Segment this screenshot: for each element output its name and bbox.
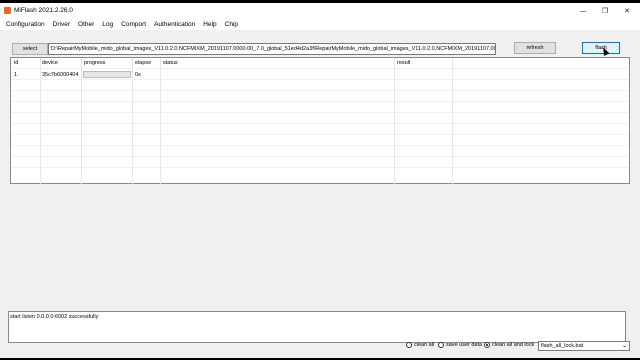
row-divider [11, 134, 629, 135]
menu-configuration[interactable]: Configuration [6, 21, 45, 28]
column-divider [394, 58, 395, 184]
flash-script-value: flash_all_lock.bat [541, 343, 584, 349]
close-icon[interactable]: ✕ [616, 3, 638, 18]
radio-icon[interactable] [406, 342, 412, 348]
device-table[interactable]: id device progress elapse status result … [10, 57, 630, 184]
menu-log[interactable]: Log [102, 21, 113, 28]
radio-icon[interactable] [438, 342, 444, 348]
progress-bar [83, 71, 131, 78]
menu-authentication[interactable]: Authentication [154, 21, 195, 28]
cell-elapse: 0s [135, 72, 141, 78]
menu-driver[interactable]: Driver [53, 21, 70, 28]
row-divider [11, 145, 629, 146]
row-divider [11, 90, 629, 91]
clean-all-lock-label: clean all and lock [492, 342, 535, 348]
column-divider [132, 58, 133, 184]
column-header-elapse[interactable]: elapse [135, 60, 151, 66]
log-output[interactable]: start listen 0.0.0.0:6002 successfully [8, 311, 626, 343]
column-header-id[interactable]: id [14, 60, 18, 66]
minimize-icon[interactable]: — [572, 3, 594, 18]
column-header-result[interactable]: result [397, 60, 410, 66]
cell-device: 35c7b6000404 [42, 72, 79, 78]
row-divider [11, 123, 629, 124]
flash-script-select[interactable]: flash_all_lock.bat ⌄ [538, 341, 630, 351]
window-title: MiFlash 2021.2.26.0 [14, 7, 73, 14]
clean-all-label: clean all [414, 342, 435, 348]
menu-other[interactable]: Other [78, 21, 94, 28]
column-divider [452, 58, 453, 184]
rom-path-input[interactable]: D:\RepairMyMobile_mido_global_images_V11… [48, 43, 496, 55]
title-bar: MiFlash 2021.2.26.0 — ❐ ✕ [0, 3, 640, 18]
row-divider [11, 79, 629, 80]
clean-all-option[interactable]: clean all [406, 342, 434, 348]
column-divider [160, 58, 161, 184]
miflash-window: MiFlash 2021.2.26.0 — ❐ ✕ Configuration … [0, 3, 640, 358]
clean-all-lock-option[interactable]: clean all and lock [484, 342, 534, 348]
restore-icon[interactable]: ❐ [594, 3, 616, 18]
select-button[interactable]: select [12, 43, 48, 55]
radio-selected-icon[interactable] [484, 342, 490, 348]
menu-chip[interactable]: Chip [225, 21, 238, 28]
menu-help[interactable]: Help [203, 21, 216, 28]
menu-bar: Configuration Driver Other Log Comport A… [0, 18, 640, 30]
row-divider [11, 167, 629, 168]
menu-comport[interactable]: Comport [121, 21, 146, 28]
column-divider [40, 58, 41, 184]
column-header-status[interactable]: status [163, 60, 178, 66]
save-user-data-label: save user data [446, 342, 483, 348]
app-icon [4, 7, 11, 14]
cell-id: 1 [14, 72, 18, 78]
chevron-down-icon: ⌄ [621, 342, 627, 349]
refresh-button[interactable]: refresh [514, 42, 556, 54]
row-divider [11, 156, 629, 157]
column-header-device[interactable]: device [42, 60, 58, 66]
column-divider [81, 58, 82, 184]
row-divider [11, 112, 629, 113]
column-header-progress[interactable]: progress [84, 60, 105, 66]
row-divider [11, 101, 629, 102]
save-user-data-option[interactable]: save user data [438, 342, 482, 348]
header-divider [11, 68, 629, 69]
